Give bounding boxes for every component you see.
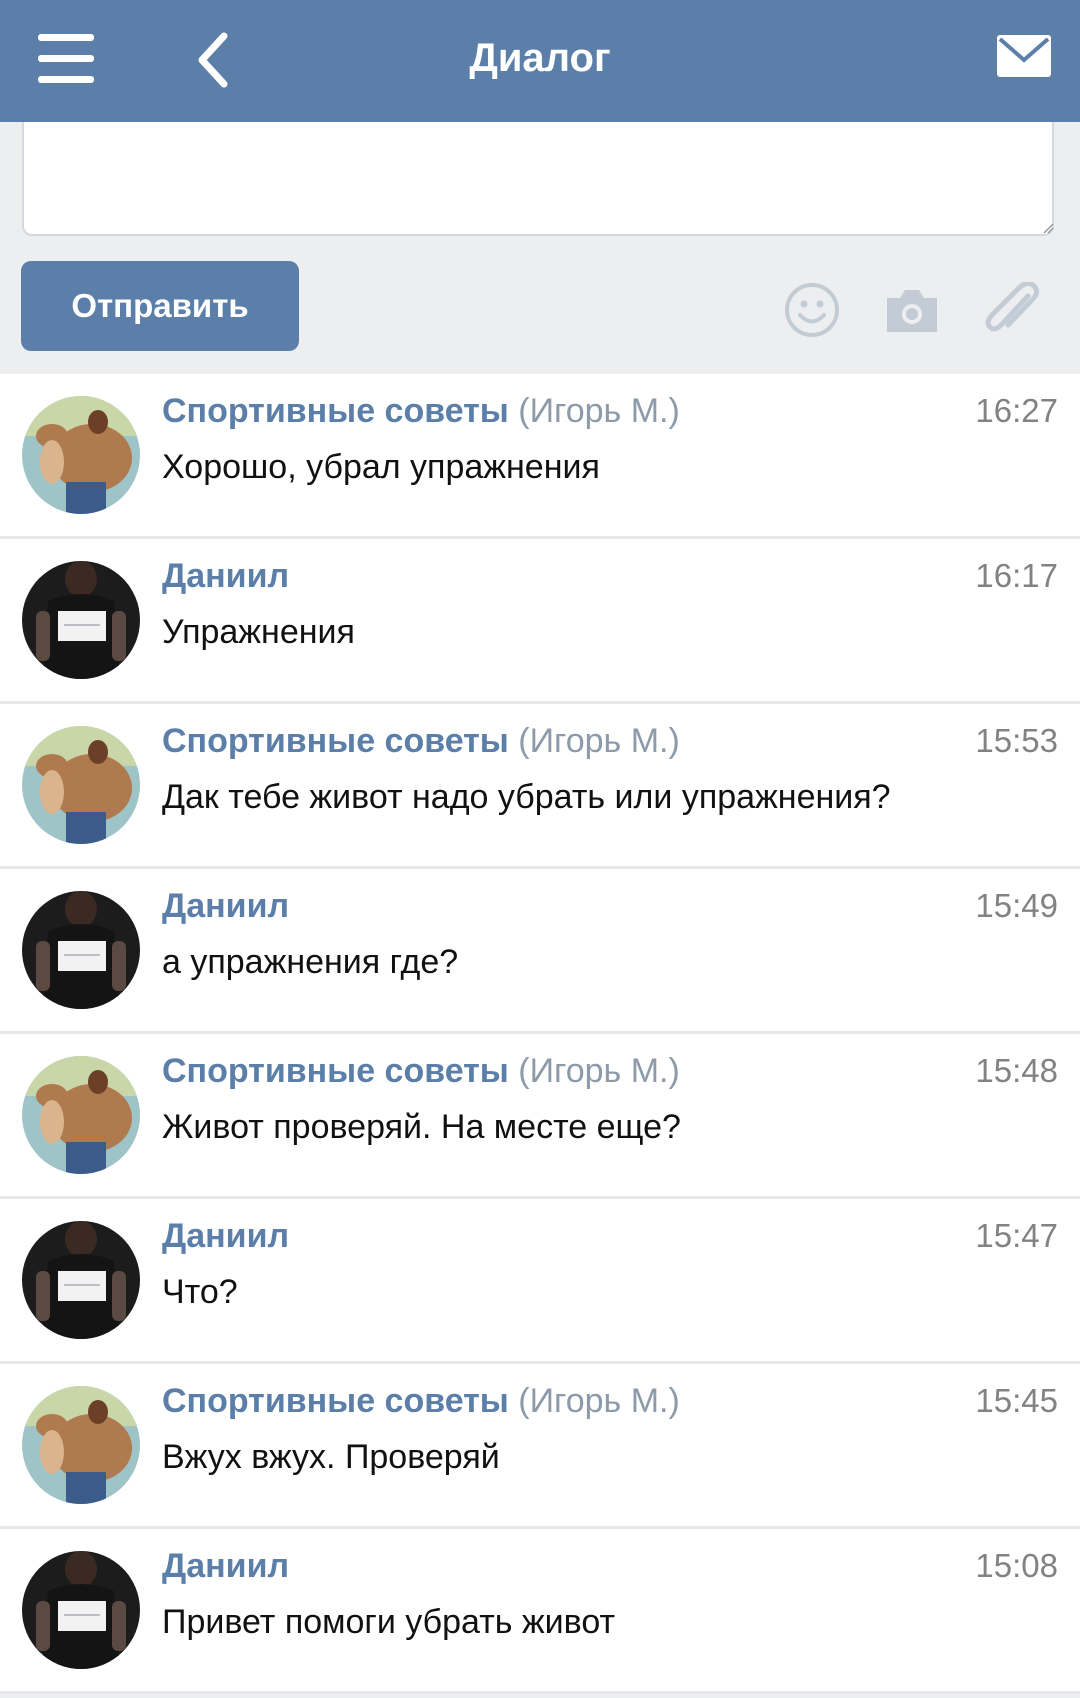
message-time: 15:47 bbox=[975, 1217, 1058, 1254]
sender-name-text[interactable]: Даниил bbox=[162, 1217, 289, 1255]
message-text: Что? bbox=[162, 1273, 238, 1311]
message-row[interactable]: Даниил 15:49 а упражнения где? bbox=[0, 869, 1080, 1034]
sender-name-text[interactable]: Даниил bbox=[162, 1547, 289, 1585]
sender-subtitle: (Игорь М.) bbox=[518, 1052, 680, 1090]
message-text: Привет помоги убрать живот bbox=[162, 1603, 616, 1641]
message-row[interactable]: Спортивные советы (Игорь М.) 15:53 Дак теб… bbox=[0, 704, 1080, 869]
send-button[interactable]: Отправить bbox=[21, 261, 299, 351]
message-time: 16:27 bbox=[975, 392, 1058, 429]
sender-name[interactable]: Спортивные советы (Игорь М.) bbox=[162, 1378, 680, 1424]
avatar[interactable] bbox=[22, 726, 140, 844]
message-text: Упражнения bbox=[162, 613, 355, 651]
sender-name[interactable]: Даниил bbox=[162, 1213, 289, 1259]
avatar[interactable] bbox=[22, 1551, 140, 1669]
sender-name-text[interactable]: Даниил bbox=[162, 557, 289, 595]
message-text: Вжух вжух. Проверяй bbox=[162, 1438, 500, 1476]
sender-name-text[interactable]: Спортивные советы bbox=[162, 1052, 509, 1090]
avatar[interactable] bbox=[22, 1221, 140, 1339]
message-time: 16:17 bbox=[975, 557, 1058, 594]
message-list: Спортивные советы (Игорь М.) 16:27 Хорошо,… bbox=[0, 374, 1080, 1694]
avatar[interactable] bbox=[22, 891, 140, 1009]
sender-name[interactable]: Спортивные советы (Игорь М.) bbox=[162, 718, 680, 764]
avatar[interactable] bbox=[22, 1056, 140, 1174]
sender-name-text[interactable]: Спортивные советы bbox=[162, 722, 509, 760]
sender-name[interactable]: Спортивные советы (Игорь М.) bbox=[162, 1048, 680, 1094]
sender-name[interactable]: Даниил bbox=[162, 883, 289, 929]
chevron-left-icon[interactable] bbox=[188, 30, 238, 90]
sender-name-text[interactable]: Спортивные советы bbox=[162, 1382, 509, 1420]
resize-handle-icon[interactable] bbox=[1042, 222, 1054, 234]
sender-name[interactable]: Даниил bbox=[162, 553, 289, 599]
avatar[interactable] bbox=[22, 396, 140, 514]
message-row[interactable]: Спортивные советы (Игорь М.) 16:27 Хорошо,… bbox=[0, 374, 1080, 539]
top-bar: Диалог bbox=[0, 0, 1080, 122]
message-composer: Отправить bbox=[0, 122, 1080, 374]
sender-name-text[interactable]: Спортивные советы bbox=[162, 392, 509, 430]
message-text: Живот проверяй. На месте еще? bbox=[162, 1108, 681, 1146]
camera-icon[interactable] bbox=[883, 286, 941, 336]
message-text: Хорошо, убрал упражнения bbox=[162, 448, 600, 486]
message-text: а упражнения где? bbox=[162, 943, 459, 981]
sender-subtitle: (Игорь М.) bbox=[518, 722, 680, 760]
message-row[interactable]: Спортивные советы (Игорь М.) 15:45 Вжух вж… bbox=[0, 1364, 1080, 1529]
message-time: 15:45 bbox=[975, 1382, 1058, 1419]
message-row[interactable]: Спортивные советы (Игорь М.) 15:48 Живот п… bbox=[0, 1034, 1080, 1199]
message-row[interactable]: Даниил 16:17 Упражнения bbox=[0, 539, 1080, 704]
paperclip-icon[interactable] bbox=[984, 282, 1040, 340]
message-row[interactable]: Даниил 15:08 Привет помоги убрать живот bbox=[0, 1529, 1080, 1694]
message-time: 15:08 bbox=[975, 1547, 1058, 1584]
sender-name[interactable]: Спортивные советы (Игорь М.) bbox=[162, 388, 680, 434]
page-title: Диалог bbox=[469, 36, 611, 80]
sender-subtitle: (Игорь М.) bbox=[518, 1382, 680, 1420]
message-time: 15:48 bbox=[975, 1052, 1058, 1089]
sender-name-text[interactable]: Даниил bbox=[162, 887, 289, 925]
message-time: 15:53 bbox=[975, 722, 1058, 759]
sender-subtitle: (Игорь М.) bbox=[518, 392, 680, 430]
emoji-icon[interactable] bbox=[784, 282, 840, 338]
message-time: 15:49 bbox=[975, 887, 1058, 924]
avatar[interactable] bbox=[22, 1386, 140, 1504]
message-row[interactable]: Даниил 15:47 Что? bbox=[0, 1199, 1080, 1364]
avatar[interactable] bbox=[22, 561, 140, 679]
hamburger-icon[interactable] bbox=[38, 34, 94, 84]
sender-name[interactable]: Даниил bbox=[162, 1543, 289, 1589]
message-text: Дак тебе живот надо убрать или упражнени… bbox=[162, 778, 891, 816]
message-input[interactable] bbox=[22, 122, 1054, 236]
envelope-icon[interactable] bbox=[996, 34, 1052, 78]
